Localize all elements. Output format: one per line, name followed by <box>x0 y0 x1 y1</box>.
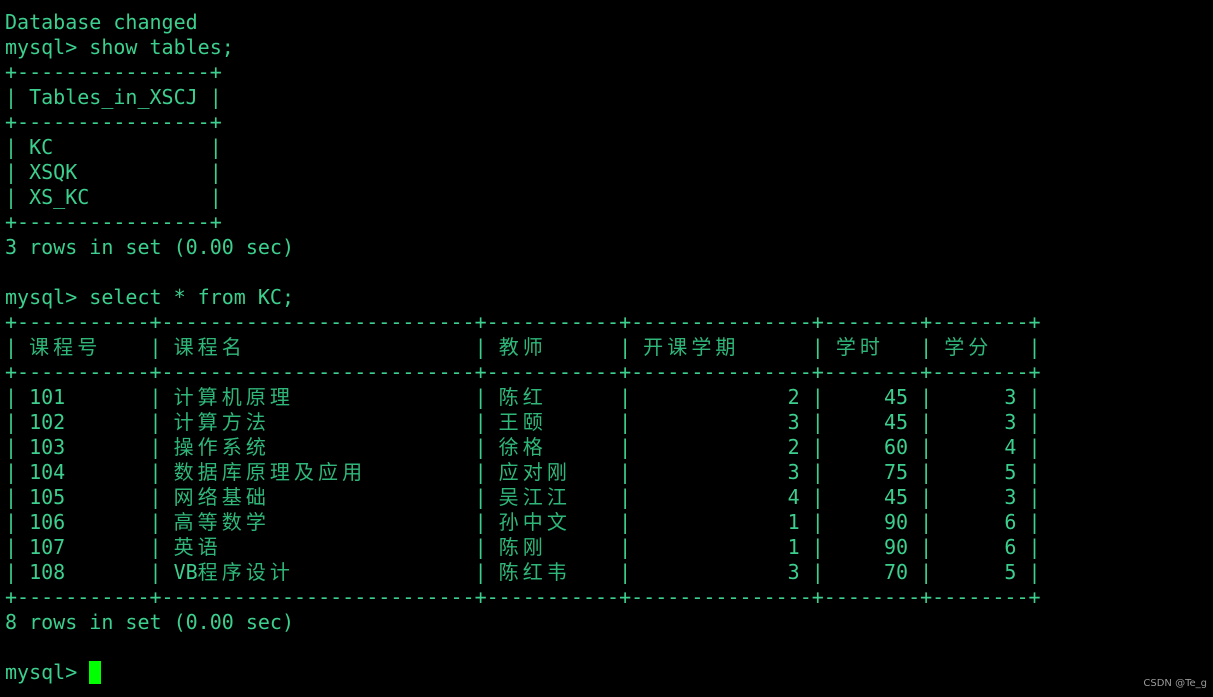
prompt-line: mysql> <box>5 660 1041 685</box>
table-border: +----------------+ <box>5 110 222 134</box>
status-line: Database changed <box>5 10 198 34</box>
table-row: | 101 | 计算机原理 | 陈红 | 2 | 45 | 3 | <box>5 385 1041 409</box>
table-row: | 105 | 网络基础 | 吴江江 | 4 | 45 | 3 | <box>5 485 1041 509</box>
command-line: mysql> show tables; <box>5 35 234 59</box>
cursor <box>89 661 102 684</box>
terminal-output[interactable]: Database changed mysql> show tables; +----… <box>5 10 1041 685</box>
table-border: +----------------+ <box>5 210 222 234</box>
command-line: mysql> select * from KC; <box>5 285 294 309</box>
table-row: | 106 | 高等数学 | 孙中文 | 1 | 90 | 6 | <box>5 510 1041 534</box>
watermark: CSDN @Te_g <box>1143 678 1207 689</box>
table-header: | 课程号 | 课程名 | 教师 | 开课学期 | 学时 | 学分 | <box>5 335 1041 359</box>
table-row: | XSQK | <box>5 160 222 184</box>
table-row: | 104 | 数据库原理及应用 | 应对刚 | 3 | 75 | 5 | <box>5 460 1041 484</box>
table-header: | Tables_in_XSCJ | <box>5 85 222 109</box>
table-row: | 103 | 操作系统 | 徐格 | 2 | 60 | 4 | <box>5 435 1041 459</box>
table-border: +-----------+--------------------------+… <box>5 310 1041 334</box>
table-row: | XS_KC | <box>5 185 222 209</box>
table-border: +----------------+ <box>5 60 222 84</box>
table-row: | 108 | VB程序设计 | 陈红韦 | 3 | 70 | 5 | <box>5 560 1041 584</box>
table-row: | 107 | 英语 | 陈刚 | 1 | 90 | 6 | <box>5 535 1041 559</box>
result-summary: 8 rows in set (0.00 sec) <box>5 610 294 634</box>
table-row: | KC | <box>5 135 222 159</box>
table-row: | 102 | 计算方法 | 王颐 | 3 | 45 | 3 | <box>5 410 1041 434</box>
result-summary: 3 rows in set (0.00 sec) <box>5 235 294 259</box>
table-border: +-----------+--------------------------+… <box>5 585 1041 609</box>
table-border: +-----------+--------------------------+… <box>5 360 1041 384</box>
